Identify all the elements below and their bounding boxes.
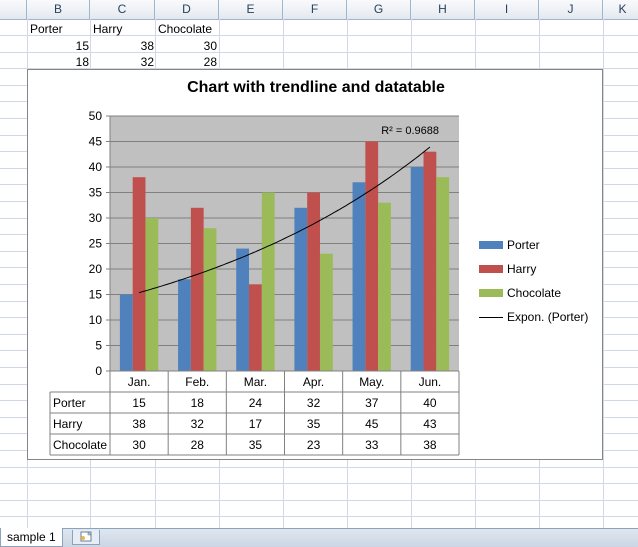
column-header[interactable]: C xyxy=(90,0,155,19)
table-cell-value: 45 xyxy=(365,417,379,431)
table-cell-value: 43 xyxy=(423,417,437,431)
table-cell-value: 40 xyxy=(423,396,437,410)
table-cell-value: 32 xyxy=(307,396,321,410)
bar-harry-4[interactable] xyxy=(365,141,379,372)
table-cell-value: 38 xyxy=(423,438,437,452)
table-cell-value: 24 xyxy=(249,396,263,410)
bar-harry-3[interactable] xyxy=(307,192,320,372)
column-header[interactable]: J xyxy=(539,0,603,19)
bar-porter-2[interactable] xyxy=(236,248,250,371)
column-header[interactable]: D xyxy=(155,0,219,19)
y-tick-label: 30 xyxy=(89,211,103,225)
legend-label: Porter xyxy=(507,238,540,252)
bar-chocolate-3[interactable] xyxy=(319,253,333,371)
x-tick-label: Mar. xyxy=(244,375,267,389)
y-tick-label: 25 xyxy=(89,237,103,251)
bar-harry-1[interactable] xyxy=(190,207,204,371)
bar-chocolate-0[interactable] xyxy=(145,218,159,371)
x-tick-label: Feb. xyxy=(185,375,209,389)
y-tick-label: 35 xyxy=(89,186,103,200)
trendline-r2-label[interactable]: R² = 0.9688 xyxy=(381,125,439,137)
legend-swatch-porter xyxy=(479,241,503,249)
column-header[interactable]: K xyxy=(603,0,638,19)
table-cell-value: 15 xyxy=(132,396,146,410)
legend-swatch-chocolate xyxy=(479,289,503,297)
column-header[interactable]: H xyxy=(411,0,475,19)
legend-line-trendline xyxy=(479,317,503,318)
bar-chocolate-4[interactable] xyxy=(378,202,391,371)
y-tick-label: 10 xyxy=(89,313,103,327)
chart-object[interactable]: Chart with trendline and datatable 0 5 10 1… xyxy=(27,69,603,460)
table-cell-value: 33 xyxy=(365,438,379,452)
column-header[interactable]: F xyxy=(283,0,347,19)
x-tick-label: Apr. xyxy=(303,375,324,389)
legend-item-trendline: Expon. (Porter) xyxy=(479,305,603,329)
y-tick-label: 50 xyxy=(89,109,103,123)
x-tick-label: May. xyxy=(359,375,384,389)
legend-label: Harry xyxy=(507,262,537,276)
column-header[interactable]: E xyxy=(219,0,283,19)
y-tick-label: 20 xyxy=(89,262,103,276)
legend-label: Chocolate xyxy=(507,286,562,300)
sheet-tab[interactable]: sample 1 xyxy=(0,528,63,547)
bar-porter-0[interactable] xyxy=(119,294,133,372)
table-cell-value: 35 xyxy=(307,417,321,431)
legend-item-porter: Porter xyxy=(479,233,603,257)
bar-harry-5[interactable] xyxy=(423,151,437,371)
bar-harry-0[interactable] xyxy=(132,177,146,371)
column-header-row: B C D E F G H I J K xyxy=(0,0,638,20)
insert-sheet-icon[interactable] xyxy=(72,530,100,545)
bar-chocolate-2[interactable] xyxy=(261,192,275,372)
x-tick-label: Jan. xyxy=(128,375,151,389)
column-header[interactable]: B xyxy=(27,0,90,19)
column-header-a[interactable] xyxy=(0,0,27,19)
bar-porter-5[interactable] xyxy=(410,167,424,371)
y-tick-label: 40 xyxy=(89,160,103,174)
legend-item-chocolate: Chocolate xyxy=(479,281,603,305)
table-row-label: Porter xyxy=(53,396,86,410)
table-cell-value: 37 xyxy=(365,396,379,410)
table-cell-value: 23 xyxy=(307,438,321,452)
y-tick-label: 0 xyxy=(95,364,102,378)
bar-chocolate-1[interactable] xyxy=(203,228,217,371)
x-tick-label: Jun. xyxy=(419,375,442,389)
y-tick-label: 45 xyxy=(89,135,103,149)
legend-label: Expon. (Porter) xyxy=(507,310,589,324)
insert-sheet-glyph xyxy=(80,531,92,542)
table-cell-value: 17 xyxy=(249,417,263,431)
bar-harry-2[interactable] xyxy=(249,284,262,371)
legend-item-harry: Harry xyxy=(479,257,603,281)
bar-porter-4[interactable] xyxy=(352,182,366,371)
table-cell-value: 28 xyxy=(191,438,205,452)
column-header[interactable]: G xyxy=(347,0,411,19)
column-header[interactable]: I xyxy=(475,0,539,19)
y-tick-label: 5 xyxy=(95,339,102,353)
legend-swatch-harry xyxy=(479,265,503,273)
table-cell-value: 35 xyxy=(249,438,263,452)
table-cell-value: 18 xyxy=(191,396,205,410)
bar-chocolate-5[interactable] xyxy=(436,177,450,371)
table-row-label: Chocolate xyxy=(53,438,107,452)
bar-porter-1[interactable] xyxy=(178,279,191,371)
chart-legend[interactable]: Porter Harry Chocolate Expon. (Porter) xyxy=(479,233,603,329)
table-cell-value: 30 xyxy=(132,438,146,452)
sheet-tab-bar: sample 1 xyxy=(0,528,638,547)
table-row-label: Harry xyxy=(53,417,82,431)
table-cell-value: 38 xyxy=(132,417,146,431)
table-cell-value: 32 xyxy=(191,417,205,431)
y-tick-label: 15 xyxy=(89,288,103,302)
